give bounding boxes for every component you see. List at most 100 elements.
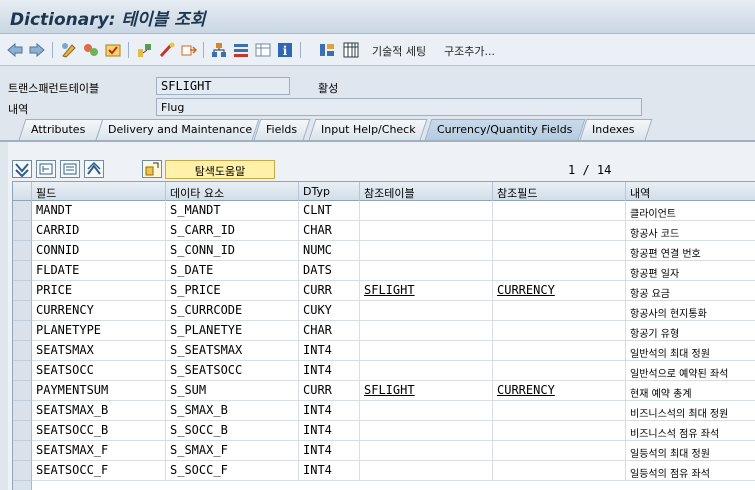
header-selector[interactable] (13, 182, 32, 201)
table-row[interactable]: PAYMENTSUM S_SUM CURR SFLIGHT CURRENCY 현재 예약 … (13, 381, 755, 401)
cell-ref-table[interactable] (360, 301, 493, 321)
cell-ref-table[interactable] (360, 441, 493, 461)
cell-field[interactable]: PLANETYPE (32, 321, 166, 341)
tab-indexes[interactable]: Indexes (579, 119, 653, 140)
cell-ref-table[interactable] (360, 401, 493, 421)
display-change-icon[interactable] (60, 41, 78, 59)
info-icon[interactable]: i (276, 41, 294, 59)
cell-ref-field[interactable] (493, 261, 626, 281)
cell-ref-table[interactable] (360, 221, 493, 241)
col-data-element[interactable]: 데이타 요소 (166, 182, 299, 201)
cell-data-element[interactable]: S_CURRCODE (166, 301, 299, 321)
table-row[interactable]: MANDT S_MANDT CLNT 클라이언트 (13, 201, 755, 221)
cell-data-element[interactable]: S_PRICE (166, 281, 299, 301)
row-selector[interactable] (13, 281, 32, 301)
cell-dtyp[interactable]: INT4 (299, 461, 360, 481)
cell-dtyp[interactable]: CHAR (299, 321, 360, 341)
table-row[interactable]: SEATSMAX S_SEATSMAX INT4 일반석의 최대 정원 (13, 341, 755, 361)
row-selector[interactable] (13, 401, 32, 421)
cell-field[interactable]: SEATSOCC (32, 361, 166, 381)
row-selector[interactable] (13, 261, 32, 281)
cell-data-element[interactable]: S_CARR_ID (166, 221, 299, 241)
cell-ref-field[interactable] (493, 201, 626, 221)
desc-field[interactable]: Flug (156, 98, 642, 116)
tab-input-help[interactable]: Input Help/Check (308, 119, 428, 140)
table-row[interactable]: PLANETYPE S_PLANETYE CHAR 항공기 유형 (13, 321, 755, 341)
cell-field[interactable]: SEATSMAX (32, 341, 166, 361)
where-used-icon[interactable] (158, 41, 176, 59)
cell-dtyp[interactable]: INT4 (299, 361, 360, 381)
cell-ref-field[interactable] (493, 301, 626, 321)
row-selector[interactable] (13, 421, 32, 441)
cell-ref-field[interactable] (493, 221, 626, 241)
row-selector[interactable] (13, 221, 32, 241)
cell-ref-table[interactable] (360, 261, 493, 281)
cell-field[interactable]: CONNID (32, 241, 166, 261)
cell-ref-field[interactable] (493, 441, 626, 461)
col-ref-field[interactable]: 참조필드 (493, 182, 626, 201)
row-selector[interactable] (13, 361, 32, 381)
cell-field[interactable]: SEATSMAX_F (32, 441, 166, 461)
cell-dtyp[interactable]: CLNT (299, 201, 360, 221)
cell-dtyp[interactable]: CHAR (299, 221, 360, 241)
row-selector[interactable] (13, 381, 32, 401)
cell-ref-table[interactable]: SFLIGHT (360, 281, 493, 301)
cell-description[interactable]: 항공사 코드 (626, 221, 755, 241)
search-help-icon[interactable] (142, 160, 162, 178)
prev-page-icon[interactable] (60, 160, 80, 178)
cell-data-element[interactable]: S_DATE (166, 261, 299, 281)
table-row[interactable]: CURRENCY S_CURRCODE CUKY 항공사의 현지통화 (13, 301, 755, 321)
cell-description[interactable]: 일등석의 점유 좌석 (626, 461, 755, 481)
cell-dtyp[interactable]: CURR (299, 281, 360, 301)
cell-data-element[interactable]: S_PLANETYE (166, 321, 299, 341)
row-selector[interactable] (13, 441, 32, 461)
cell-field[interactable]: FLDATE (32, 261, 166, 281)
col-field[interactable]: 필드 (32, 182, 166, 201)
cell-ref-field[interactable] (493, 241, 626, 261)
cell-description[interactable]: 비즈니스석 점유 좌석 (626, 421, 755, 441)
table-row[interactable]: CONNID S_CONN_ID NUMC 항공편 연결 번호 (13, 241, 755, 261)
cell-ref-field[interactable]: CURRENCY (493, 381, 626, 401)
table-row[interactable]: SEATSMAX_B S_SMAX_B INT4 비즈니스석의 최대 정원 (13, 401, 755, 421)
cell-dtyp[interactable]: INT4 (299, 401, 360, 421)
cell-dtyp[interactable]: CURR (299, 381, 360, 401)
cell-data-element[interactable]: S_SEATSMAX (166, 341, 299, 361)
select-all-icon[interactable] (12, 160, 32, 178)
tech-settings-button[interactable]: 기술적 세팅 (372, 43, 426, 59)
tab-delivery[interactable]: Delivery and Maintenance (95, 119, 260, 140)
cell-dtyp[interactable]: DATS (299, 261, 360, 281)
tab-currency-quantity[interactable]: Currency/Quantity Fields (424, 119, 586, 140)
cell-description[interactable]: 일반석의 최대 정원 (626, 341, 755, 361)
col-description[interactable]: 내역 (626, 182, 755, 201)
cell-ref-table[interactable] (360, 201, 493, 221)
row-selector[interactable] (13, 481, 32, 490)
check-icon[interactable] (104, 41, 122, 59)
cell-data-element[interactable]: S_SOCC_B (166, 421, 299, 441)
index-icon[interactable] (232, 41, 250, 59)
cell-ref-table[interactable] (360, 421, 493, 441)
cell-field[interactable]: PRICE (32, 281, 166, 301)
first-page-icon[interactable] (36, 160, 56, 178)
cell-ref-field[interactable]: CURRENCY (493, 281, 626, 301)
cell-ref-field[interactable] (493, 341, 626, 361)
cell-field[interactable]: CARRID (32, 221, 166, 241)
cell-data-element[interactable]: S_MANDT (166, 201, 299, 221)
row-selector[interactable] (13, 301, 32, 321)
hierarchy-icon[interactable] (210, 41, 228, 59)
cell-data-element[interactable]: S_SEATSOCC (166, 361, 299, 381)
cell-ref-table[interactable]: SFLIGHT (360, 381, 493, 401)
cell-field[interactable]: SEATSOCC_F (32, 461, 166, 481)
tab-fields[interactable]: Fields (253, 119, 311, 140)
cell-description[interactable]: 클라이언트 (626, 201, 755, 221)
table-row[interactable]: FLDATE S_DATE DATS 항공편 일자 (13, 261, 755, 281)
table-row[interactable]: PRICE S_PRICE CURR SFLIGHT CURRENCY 항공 요금 (13, 281, 755, 301)
row-selector[interactable] (13, 201, 32, 221)
cell-dtyp[interactable]: INT4 (299, 441, 360, 461)
forward-icon[interactable] (28, 41, 46, 59)
search-help-button[interactable]: 탐색도움말 (165, 160, 275, 179)
cell-dtyp[interactable]: INT4 (299, 341, 360, 361)
cell-description[interactable]: 비즈니스석의 최대 정원 (626, 401, 755, 421)
cell-description[interactable]: 일등석의 최대 정원 (626, 441, 755, 461)
cell-dtyp[interactable]: CUKY (299, 301, 360, 321)
cell-description[interactable]: 현재 예약 총계 (626, 381, 755, 401)
